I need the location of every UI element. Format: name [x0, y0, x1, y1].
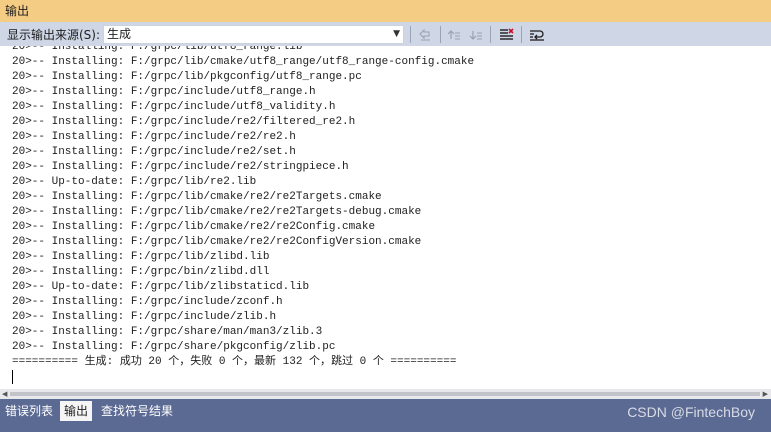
tab-error-list[interactable]: 错误列表 [1, 401, 57, 421]
goto-prev-button[interactable] [444, 25, 464, 44]
output-line: 20>-- Installing: F:/grpc/lib/cmake/re2/… [12, 221, 376, 233]
output-line: 20>-- Installing: F:/grpc/share/pkgconfi… [12, 341, 336, 353]
goto-prev-icon [447, 29, 460, 39]
output-line: 20>-- Installing: F:/grpc/lib/pkgconfig/… [12, 71, 362, 83]
output-line: 20>-- Installing: F:/grpc/lib/cmake/utf8… [12, 56, 475, 68]
clear-all-button[interactable] [496, 25, 516, 44]
output-line: 20>-- Installing: F:/grpc/bin/zlibd.dll [12, 266, 270, 278]
text-caret [12, 370, 13, 384]
goto-next-icon [469, 30, 482, 40]
word-wrap-icon [530, 29, 544, 41]
source-label: 显示输出来源(S): [7, 27, 101, 42]
output-line: 20>-- Up-to-date: F:/grpc/lib/re2.lib [12, 176, 257, 188]
scroll-right-icon[interactable]: ▶ [763, 390, 768, 398]
scroll-left-icon[interactable]: ◀ [2, 390, 7, 398]
toolbar-separator [440, 26, 441, 43]
tab-find-symbol-results[interactable]: 查找符号结果 [97, 401, 177, 421]
goto-prev-message-icon [419, 28, 430, 40]
output-line: 20>-- Installing: F:/grpc/share/man/man3… [12, 326, 323, 338]
output-line: 20>-- Installing: F:/grpc/include/re2/fi… [12, 116, 356, 128]
chevron-down-icon: ▼ [393, 29, 400, 39]
horizontal-scrollbar[interactable]: ◀ ▶ [0, 389, 771, 399]
tab-output[interactable]: 输出 [60, 401, 93, 421]
watermark: CSDN @FintechBoy [627, 404, 755, 420]
clear-all-icon [499, 27, 514, 40]
goto-next-button[interactable] [466, 25, 486, 44]
source-dropdown[interactable]: 生成 ▼ [103, 25, 404, 44]
output-toolbar: 显示输出来源(S): 生成 ▼ [0, 22, 771, 46]
output-line: 20>-- Installing: F:/grpc/include/zlib.h [12, 311, 277, 323]
toolbar-separator [521, 26, 522, 43]
output-line: 20>-- Installing: F:/grpc/lib/cmake/re2/… [12, 191, 382, 203]
bottom-tab-bar: 错误列表 输出 查找符号结果 CSDN @FintechBoy [0, 399, 771, 432]
output-text-area[interactable]: 20>-- Installing: F:/grpc/lib/utf8_range… [0, 46, 771, 389]
output-line: 20>-- Installing: F:/grpc/lib/cmake/re2/… [12, 206, 422, 218]
output-line: 20>-- Installing: F:/grpc/lib/zlibd.lib [12, 251, 270, 263]
output-lines: 20>-- Installing: F:/grpc/lib/utf8_range… [12, 46, 474, 370]
output-line: 20>-- Installing: F:/grpc/lib/cmake/re2/… [12, 236, 422, 248]
output-line: 20>-- Installing: F:/grpc/include/utf8_r… [12, 86, 316, 98]
goto-prev-message-button[interactable] [415, 25, 435, 44]
output-line: 20>-- Installing: F:/grpc/include/re2/re… [12, 131, 296, 143]
output-line: 20>-- Installing: F:/grpc/include/utf8_v… [12, 101, 336, 113]
output-line: 20>-- Installing: F:/grpc/include/re2/se… [12, 146, 296, 158]
scrollbar-thumb[interactable] [10, 392, 760, 396]
panel-title: 输出 [0, 0, 771, 22]
output-line: 20>-- Installing: F:/grpc/include/zconf.… [12, 296, 283, 308]
word-wrap-button[interactable] [527, 25, 547, 44]
toolbar-separator [410, 26, 411, 43]
toolbar-separator [490, 26, 491, 43]
output-line: 20>-- Up-to-date: F:/grpc/lib/zlibstatic… [12, 281, 310, 293]
output-line: 20>-- Installing: F:/grpc/include/re2/st… [12, 161, 349, 173]
source-value: 生成 [107, 27, 132, 41]
output-line: ========== 生成: 成功 20 个，失败 0 个，最新 132 个，跳… [12, 356, 457, 368]
output-line: 20>-- Installing: F:/grpc/lib/utf8_range… [12, 46, 303, 53]
